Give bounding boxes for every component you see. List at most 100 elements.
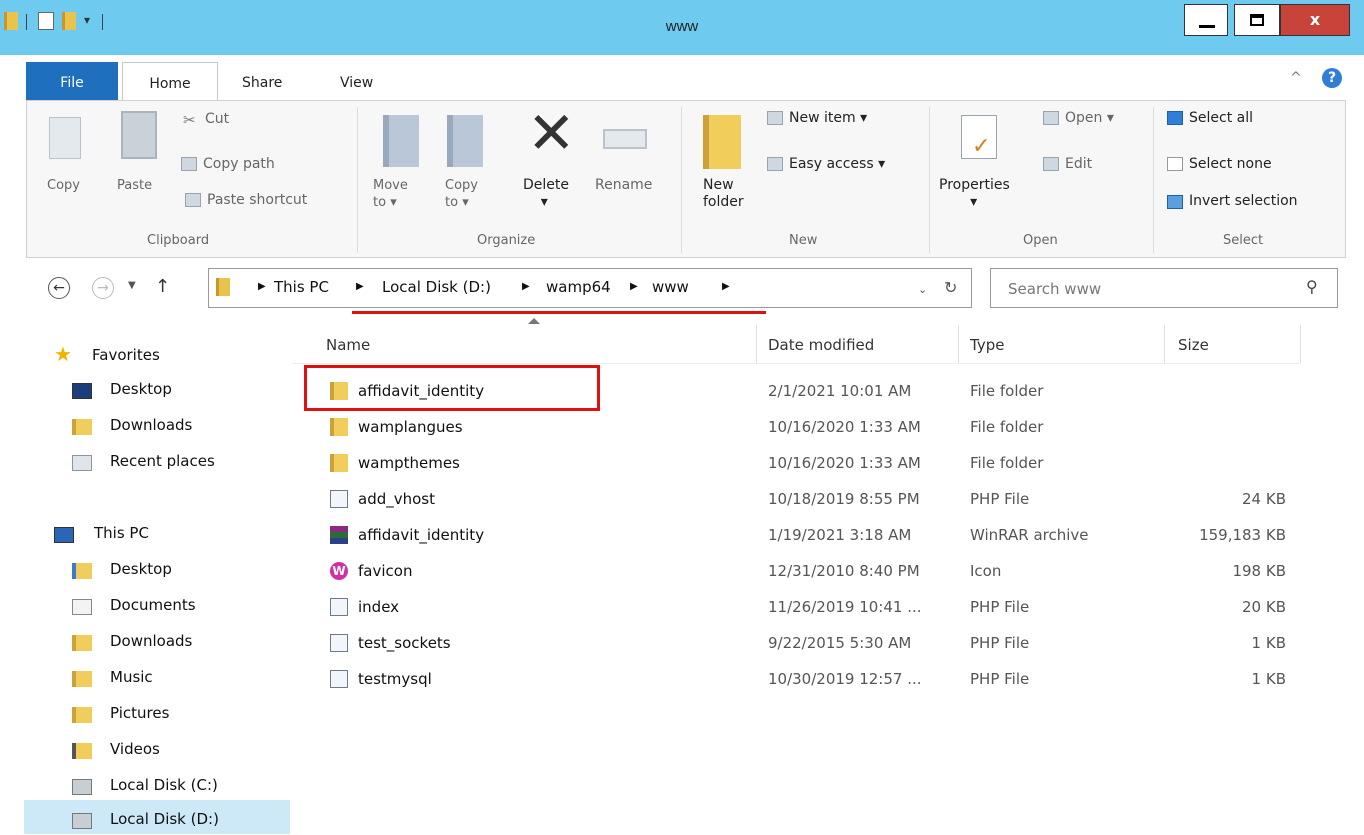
move-to-button[interactable]: Move to ▾ bbox=[373, 177, 408, 211]
tab-file[interactable]: File bbox=[26, 62, 118, 100]
file-size: 20 KB bbox=[1242, 598, 1286, 616]
tab-view[interactable]: View bbox=[340, 62, 373, 100]
up-arrow-icon[interactable]: ↑ bbox=[155, 276, 170, 297]
select-none-button[interactable]: Select none bbox=[1189, 156, 1272, 173]
copy-path-button[interactable]: Copy path bbox=[203, 156, 275, 173]
file-date: 2/1/2021 10:01 AM bbox=[768, 382, 912, 400]
star-icon: ★ bbox=[54, 342, 72, 366]
forward-button[interactable]: → bbox=[92, 277, 114, 299]
php-file-icon bbox=[330, 598, 348, 616]
column-header-type[interactable]: Type bbox=[970, 336, 1004, 354]
folder-icon bbox=[216, 278, 230, 296]
cut-button[interactable]: Cut bbox=[205, 111, 229, 128]
column-divider[interactable] bbox=[756, 325, 757, 363]
copy-to-label-2: to bbox=[445, 195, 459, 210]
file-type: File folder bbox=[970, 418, 1044, 436]
breadcrumb-this-pc[interactable]: This PC bbox=[274, 278, 329, 296]
rename-button[interactable]: Rename bbox=[595, 177, 652, 194]
nav-fav-desktop[interactable]: Desktop bbox=[110, 380, 172, 398]
search-placeholder: Search www bbox=[1008, 280, 1102, 298]
maximize-button[interactable] bbox=[1234, 4, 1280, 36]
file-date: 10/18/2019 8:55 PM bbox=[768, 490, 920, 508]
chevron-right-icon[interactable]: ▶ bbox=[630, 281, 638, 292]
edit-icon bbox=[1043, 157, 1059, 171]
properties-button[interactable]: Properties ▾ bbox=[939, 177, 1010, 211]
file-name[interactable]: favicon bbox=[358, 562, 412, 580]
file-name[interactable]: testmysql bbox=[358, 670, 432, 688]
properties-icon: ✓ bbox=[961, 115, 997, 159]
minimize-button[interactable] bbox=[1184, 4, 1228, 36]
close-button[interactable]: x bbox=[1280, 4, 1350, 36]
file-name[interactable]: test_sockets bbox=[358, 634, 451, 652]
group-divider bbox=[929, 107, 930, 253]
delete-button[interactable]: Delete ▾ bbox=[523, 177, 569, 211]
invert-selection-button[interactable]: Invert selection bbox=[1189, 193, 1298, 210]
nav-fav-downloads[interactable]: Downloads bbox=[110, 416, 192, 434]
address-history-dropdown-icon[interactable]: ⌄ bbox=[918, 283, 927, 296]
column-divider[interactable] bbox=[1164, 325, 1165, 363]
column-header-size[interactable]: Size bbox=[1178, 336, 1209, 354]
search-icon[interactable]: ⚲ bbox=[1306, 277, 1318, 296]
recent-places-icon bbox=[72, 455, 92, 471]
nav-pc-local-disk-d[interactable]: Local Disk (D:) bbox=[110, 810, 219, 828]
recent-locations-dropdown-icon[interactable]: ▼ bbox=[128, 280, 136, 291]
chevron-right-icon[interactable]: ▶ bbox=[356, 281, 364, 292]
breadcrumb-local-disk-d[interactable]: Local Disk (D:) bbox=[382, 278, 491, 296]
open-button[interactable]: Open ▾ bbox=[1065, 110, 1114, 127]
paste-button[interactable]: Paste bbox=[117, 177, 152, 194]
back-button[interactable]: ← bbox=[48, 277, 70, 299]
edit-button[interactable]: Edit bbox=[1065, 156, 1092, 173]
file-name[interactable]: affidavit_identity bbox=[358, 526, 484, 544]
file-name[interactable]: wampthemes bbox=[358, 454, 460, 472]
chevron-right-icon[interactable]: ▶ bbox=[722, 281, 730, 292]
checkmark-icon: ✓ bbox=[972, 134, 991, 159]
new-folder-label-2: folder bbox=[703, 194, 744, 210]
maximize-icon bbox=[1250, 14, 1264, 26]
close-icon: x bbox=[1309, 10, 1321, 29]
refresh-icon[interactable]: ↻ bbox=[944, 278, 957, 297]
file-name[interactable]: add_vhost bbox=[358, 490, 435, 508]
new-folder-button[interactable]: New folder bbox=[703, 177, 744, 211]
easy-access-label: Easy access bbox=[789, 156, 874, 172]
easy-access-icon bbox=[767, 157, 783, 171]
nav-pc-desktop[interactable]: Desktop bbox=[110, 560, 172, 578]
new-item-button[interactable]: New item ▾ bbox=[789, 110, 867, 127]
chevron-right-icon[interactable]: ▶ bbox=[522, 281, 530, 292]
column-header-date-modified[interactable]: Date modified bbox=[768, 336, 874, 354]
breadcrumb-www[interactable]: www bbox=[652, 278, 689, 296]
copy-button[interactable]: Copy bbox=[47, 177, 80, 194]
file-name[interactable]: index bbox=[358, 598, 399, 616]
collapse-ribbon-icon[interactable]: ^ bbox=[1290, 70, 1302, 86]
file-name[interactable]: wamplangues bbox=[358, 418, 463, 436]
paste-shortcut-button[interactable]: Paste shortcut bbox=[207, 192, 307, 209]
nav-pc-pictures[interactable]: Pictures bbox=[110, 704, 169, 722]
nav-pc-documents[interactable]: Documents bbox=[110, 596, 196, 614]
php-file-icon bbox=[330, 634, 348, 652]
select-none-icon bbox=[1167, 157, 1183, 171]
tab-home[interactable]: Home bbox=[122, 62, 218, 101]
help-icon[interactable]: ? bbox=[1322, 68, 1342, 88]
select-all-button[interactable]: Select all bbox=[1189, 110, 1253, 127]
column-header-name[interactable]: Name bbox=[326, 336, 370, 354]
tab-share[interactable]: Share bbox=[242, 62, 282, 100]
nav-this-pc[interactable]: This PC bbox=[94, 524, 149, 542]
nav-pc-downloads[interactable]: Downloads bbox=[110, 632, 192, 650]
column-divider[interactable] bbox=[1300, 325, 1301, 363]
nav-pc-videos[interactable]: Videos bbox=[110, 740, 160, 758]
breadcrumb-wamp64[interactable]: wamp64 bbox=[546, 278, 611, 296]
delete-icon: ✕ bbox=[527, 99, 576, 167]
videos-icon bbox=[72, 743, 92, 759]
sort-ascending-icon bbox=[528, 318, 540, 324]
nav-pc-music[interactable]: Music bbox=[110, 668, 153, 686]
chevron-right-icon[interactable]: ▶ bbox=[258, 281, 266, 292]
nav-favorites[interactable]: Favorites bbox=[92, 346, 160, 364]
nav-pc-local-disk-c[interactable]: Local Disk (C:) bbox=[110, 776, 218, 794]
copy-to-button[interactable]: Copy to ▾ bbox=[445, 177, 478, 211]
column-divider[interactable] bbox=[958, 325, 959, 363]
easy-access-button[interactable]: Easy access ▾ bbox=[789, 156, 885, 173]
file-date: 9/22/2015 5:30 AM bbox=[768, 634, 912, 652]
nav-fav-recent-places[interactable]: Recent places bbox=[110, 452, 215, 470]
window-title: www bbox=[665, 18, 699, 35]
minimize-icon bbox=[1199, 25, 1215, 28]
file-date: 10/16/2020 1:33 AM bbox=[768, 454, 921, 472]
